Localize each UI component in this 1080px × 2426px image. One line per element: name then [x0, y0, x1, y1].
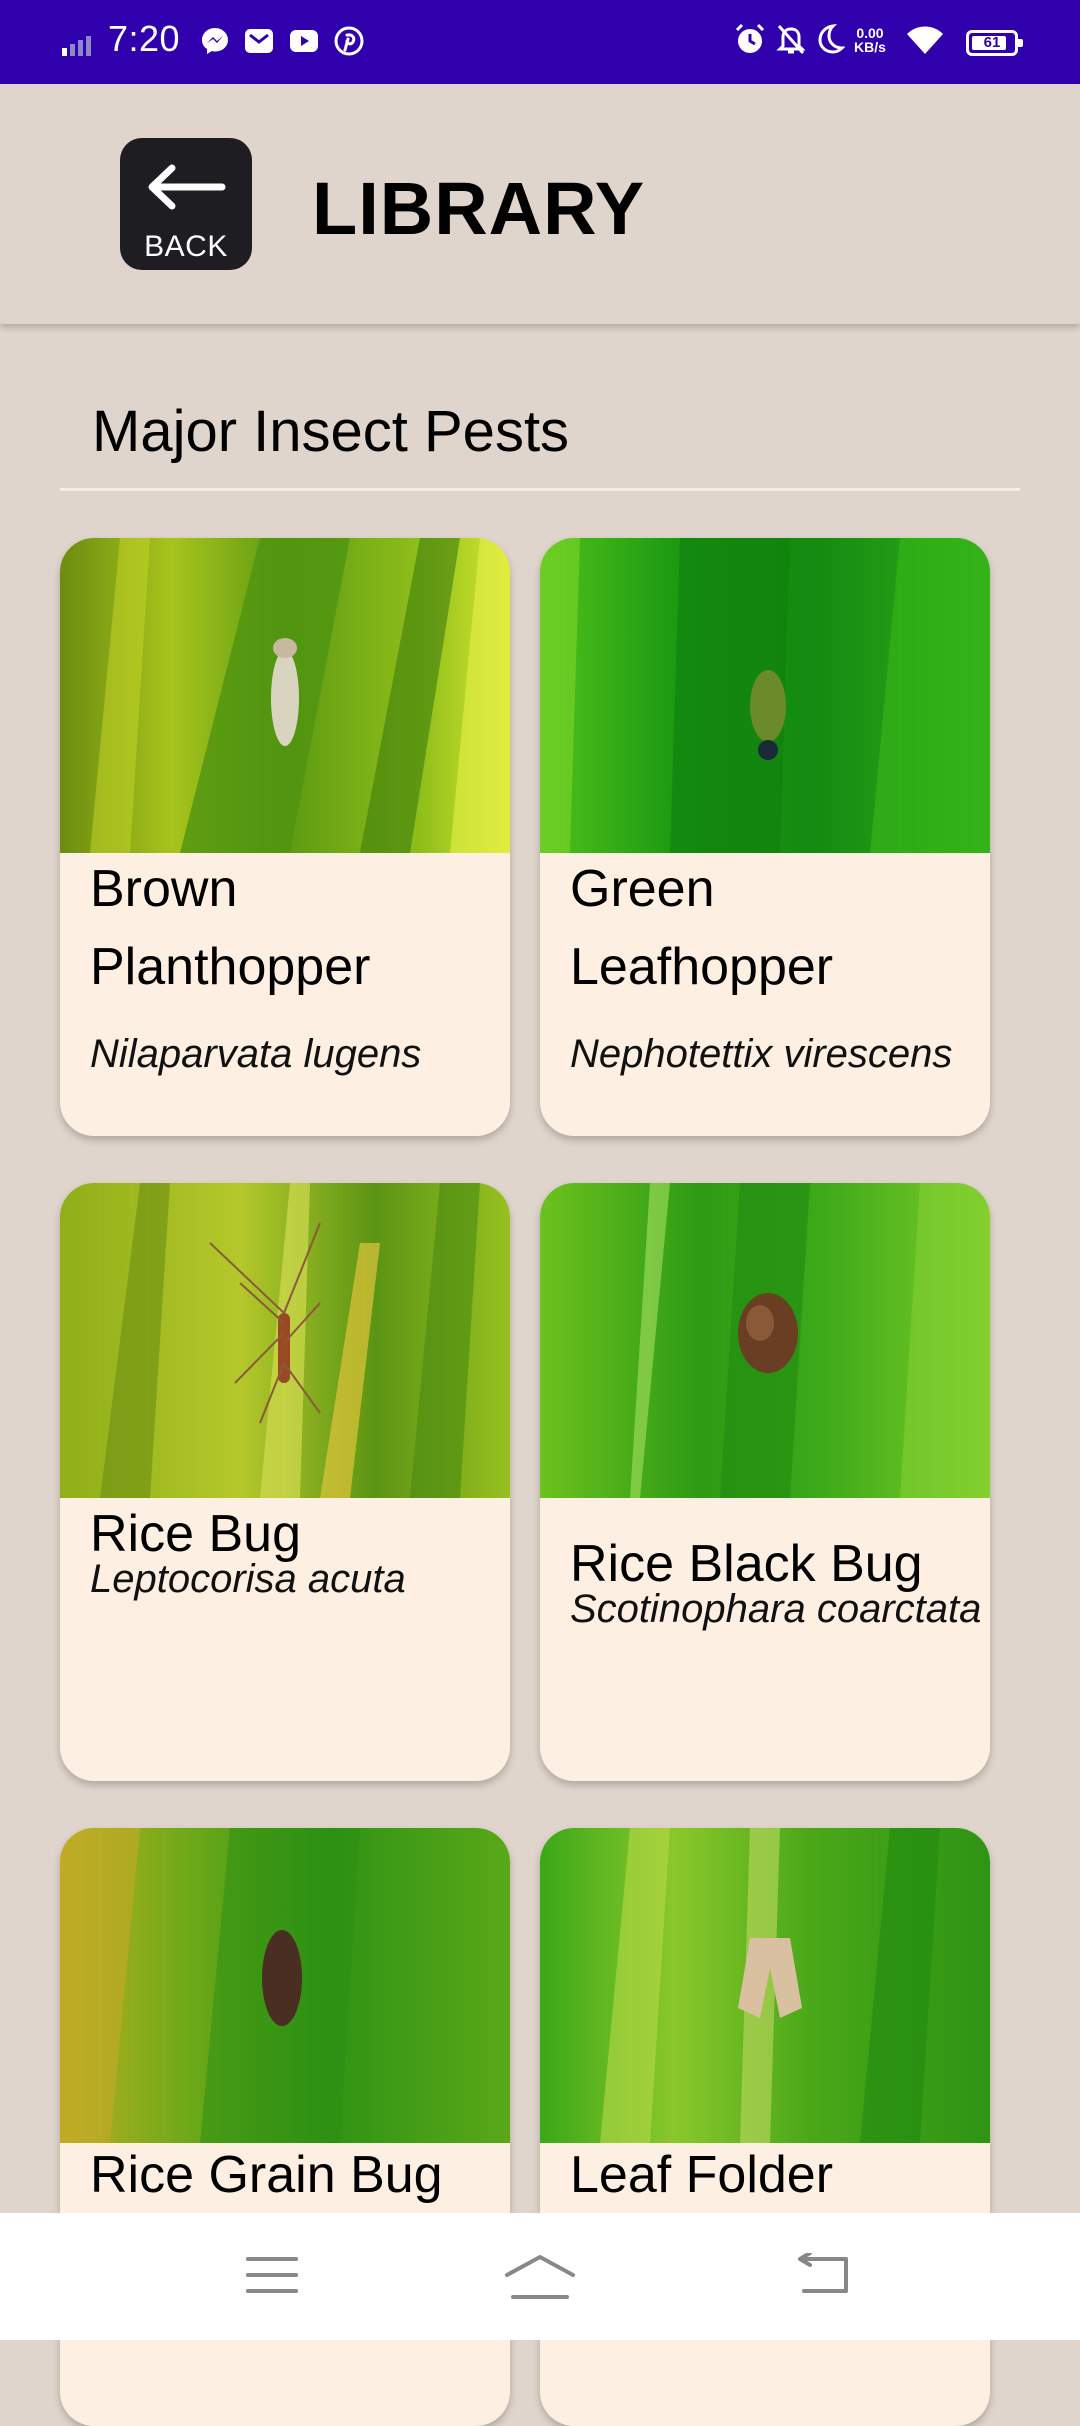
back-icon[interactable]: [796, 2253, 852, 2297]
pest-photo: [540, 538, 990, 853]
page-title: LIBRARY: [312, 167, 646, 250]
pest-photo: [60, 1828, 510, 2143]
status-bar: 7:20 0.00 KB/s 61: [0, 0, 1080, 84]
arrow-left-icon: [148, 164, 226, 210]
net-speed-value: 0.00: [856, 25, 884, 41]
messenger-icon: [202, 28, 228, 54]
net-speed-unit: KB/s: [854, 39, 886, 55]
pest-name: Leafhopper: [570, 938, 834, 996]
youtube-icon: [290, 30, 318, 52]
pest-name: Rice Grain Bug: [90, 2146, 443, 2204]
pest-card-brown-planthopper[interactable]: Brown Planthopper Nilaparvata lugens: [60, 538, 510, 1136]
home-icon[interactable]: [503, 2253, 577, 2301]
pest-scientific-name: Leptocorisa acuta: [90, 1557, 406, 1601]
pinterest-icon: [334, 26, 364, 56]
status-time: 7:20: [108, 18, 181, 59]
section-divider: [60, 488, 1020, 491]
pest-photo: [540, 1828, 990, 2143]
mail-icon: [245, 29, 273, 53]
system-nav-bar: [0, 2213, 1080, 2340]
menu-icon[interactable]: [244, 2253, 300, 2297]
back-button[interactable]: BACK: [120, 138, 252, 270]
section-title: Major Insect Pests: [92, 399, 570, 464]
net-speed: 0.00 KB/s: [854, 26, 886, 54]
pest-scientific-name: Nephotettix virescens: [570, 1032, 953, 1076]
moon-icon: [818, 23, 845, 54]
pest-photo: [60, 1183, 510, 1498]
pest-scientific-name: Nilaparvata lugens: [90, 1032, 422, 1076]
mute-bell-icon: [776, 25, 806, 54]
app-header: BACK LIBRARY: [0, 84, 1080, 324]
signal-icon: [62, 36, 91, 56]
alarm-icon: [735, 23, 765, 53]
pest-name: Leaf Folder: [570, 2146, 834, 2204]
pest-scientific-name: Scotinophara coarctata: [570, 1587, 982, 1631]
pest-photo: [60, 538, 510, 853]
pest-name: Brown: [90, 860, 238, 918]
wifi-icon: [907, 26, 943, 54]
back-label: BACK: [144, 230, 228, 263]
pest-card-green-leafhopper[interactable]: Green Leafhopper Nephotettix virescens: [540, 538, 990, 1136]
pest-name: Planthopper: [90, 938, 371, 996]
pest-card-rice-bug[interactable]: Rice Bug Leptocorisa acuta: [60, 1183, 510, 1781]
pest-name: Green: [570, 860, 715, 918]
battery-level: 61: [983, 34, 1001, 51]
pest-photo: [540, 1183, 990, 1498]
battery-icon: 61: [966, 30, 1023, 56]
pest-card-rice-black-bug[interactable]: Rice Black Bug Scotinophara coarctata: [540, 1183, 990, 1781]
